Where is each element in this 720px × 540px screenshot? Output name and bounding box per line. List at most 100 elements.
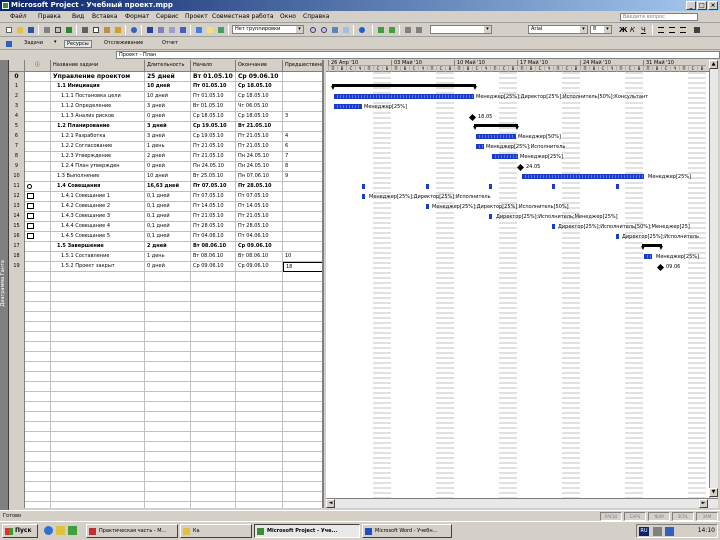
task-name-cell[interactable] (51, 422, 145, 432)
start-cell[interactable] (191, 312, 236, 322)
recurring-tick[interactable] (426, 184, 429, 189)
task-name-cell[interactable]: 1.5.1 Составление (51, 252, 145, 262)
task-name-cell[interactable]: 1.1 Инициация (51, 82, 145, 92)
predecessors-cell[interactable]: 10 (283, 252, 322, 262)
filter-icon[interactable] (692, 25, 701, 34)
predecessors-cell[interactable] (283, 492, 322, 502)
start-cell[interactable] (191, 382, 236, 392)
start-cell[interactable] (191, 442, 236, 452)
start-cell[interactable]: Пт 01.05.10 (191, 82, 236, 92)
duration-cell[interactable] (145, 502, 191, 508)
finish-cell[interactable]: Пн 07.06.10 (236, 172, 283, 182)
predecessors-cell[interactable] (283, 302, 322, 312)
indicator-cell[interactable] (25, 162, 51, 172)
indicator-cell[interactable] (25, 112, 51, 122)
predecessors-column-header[interactable]: Предшественники (283, 60, 322, 72)
start-cell[interactable]: Пт 01.05.10 (191, 92, 236, 102)
entry-field[interactable]: Проект - План (116, 51, 720, 59)
start-cell[interactable]: Ср 18.05.10 (191, 112, 236, 122)
tasks-button[interactable]: Задачи (24, 40, 43, 46)
indicator-cell[interactable] (25, 202, 51, 212)
hyperlink-icon[interactable] (145, 25, 154, 34)
indicator-cell[interactable] (25, 472, 51, 482)
start-cell[interactable] (191, 292, 236, 302)
start-cell[interactable] (191, 412, 236, 422)
task-name-cell[interactable]: 1.2.1 Разработка (51, 132, 145, 142)
predecessors-cell[interactable] (283, 332, 322, 342)
table-row[interactable]: 9 1.2.4 План утвержден 0 дней Пн 24.05.10 Пн… (9, 162, 322, 172)
predecessors-cell[interactable] (283, 92, 322, 102)
help-question-input[interactable]: Введите вопрос (620, 13, 698, 21)
task-name-cell[interactable] (51, 442, 145, 452)
table-row[interactable] (9, 502, 322, 508)
close-button[interactable]: × (708, 1, 718, 10)
vertical-scrollbar[interactable]: ▲ ▼ (709, 60, 718, 498)
indicator-cell[interactable] (25, 392, 51, 402)
task-name-cell[interactable]: 1.4.1 Совещание 1 (51, 192, 145, 202)
table-row[interactable] (9, 322, 322, 332)
format-painter-icon[interactable] (113, 25, 122, 34)
finish-cell[interactable]: Пт 21.05.10 (236, 142, 283, 152)
duration-cell[interactable] (145, 362, 191, 372)
group-by-combo[interactable]: Нет группировки ▾ (232, 25, 304, 34)
table-row[interactable] (9, 412, 322, 422)
duration-cell[interactable]: 10 дней (145, 92, 191, 102)
maximize-button[interactable]: □ (697, 1, 707, 10)
duration-cell[interactable]: 1 день (145, 142, 191, 152)
start-cell[interactable]: Пт 21.05.10 (191, 212, 236, 222)
bold-icon[interactable]: Ж (618, 25, 628, 34)
table-row[interactable] (9, 372, 322, 382)
meeting-bar[interactable] (552, 224, 555, 229)
predecessors-cell[interactable] (283, 212, 322, 222)
indicator-cell[interactable] (25, 452, 51, 462)
table-row[interactable]: 15 1.4.4 Совещание 4 0,1 дней Пт 28.05.10 Пт… (9, 222, 322, 232)
indicator-cell[interactable] (25, 322, 51, 332)
recurring-tick[interactable] (552, 184, 555, 189)
task-name-cell[interactable] (51, 362, 145, 372)
indicator-cell[interactable] (25, 222, 51, 232)
indicator-cell[interactable] (25, 212, 51, 222)
task-name-cell[interactable] (51, 352, 145, 362)
finish-cell[interactable] (236, 402, 283, 412)
duration-cell[interactable] (145, 332, 191, 342)
task-name-cell[interactable] (51, 272, 145, 282)
finish-cell[interactable] (236, 372, 283, 382)
indicator-cell[interactable] (25, 72, 51, 82)
start-cell[interactable] (191, 492, 236, 502)
duration-cell[interactable] (145, 272, 191, 282)
finish-cell[interactable] (236, 492, 283, 502)
indicator-cell[interactable] (25, 302, 51, 312)
start-column-header[interactable]: Начало (191, 60, 236, 72)
duration-cell[interactable] (145, 432, 191, 442)
table-row[interactable]: 14 1.4.3 Совещание 3 0,1 дней Пт 21.05.10 Пт… (9, 212, 322, 222)
menu-insert[interactable]: Вставка (92, 13, 117, 20)
predecessors-cell[interactable] (283, 192, 322, 202)
task-name-cell[interactable]: 1.5 Завершение (51, 242, 145, 252)
start-cell[interactable] (191, 402, 236, 412)
task-name-cell[interactable] (51, 292, 145, 302)
finish-cell[interactable]: Пт 21.05.10 (236, 212, 283, 222)
table-row[interactable] (9, 492, 322, 502)
duration-cell[interactable]: 3 дней (145, 132, 191, 142)
font-combo[interactable]: Arial ▾ (528, 25, 588, 34)
predecessors-cell[interactable]: 3 (283, 112, 322, 122)
finish-cell[interactable] (236, 392, 283, 402)
predecessors-cell[interactable] (283, 312, 322, 322)
table-row[interactable] (9, 452, 322, 462)
task-name-cell[interactable]: Управление проектом (51, 72, 145, 82)
indicator-column-header[interactable]: ⓘ (25, 60, 51, 72)
assign-resources-icon[interactable] (216, 25, 225, 34)
finish-cell[interactable]: Вт 21.05.10 (236, 122, 283, 132)
start-cell[interactable] (191, 502, 236, 508)
duration-cell[interactable] (145, 292, 191, 302)
start-cell[interactable]: Ср 09.06.10 (191, 262, 236, 272)
indicator-cell[interactable] (25, 332, 51, 342)
table-row[interactable] (9, 442, 322, 452)
menu-window[interactable]: Окно (280, 13, 296, 20)
view-bar[interactable]: Диаграмма Ганта (0, 60, 9, 510)
duration-cell[interactable] (145, 382, 191, 392)
scroll-down-icon[interactable]: ▼ (709, 488, 718, 497)
task-name-cell[interactable]: 1.5.2 Проект закрыт (51, 262, 145, 272)
task-name-cell[interactable]: 1.2.3 Утверждение (51, 152, 145, 162)
finish-cell[interactable] (236, 502, 283, 508)
